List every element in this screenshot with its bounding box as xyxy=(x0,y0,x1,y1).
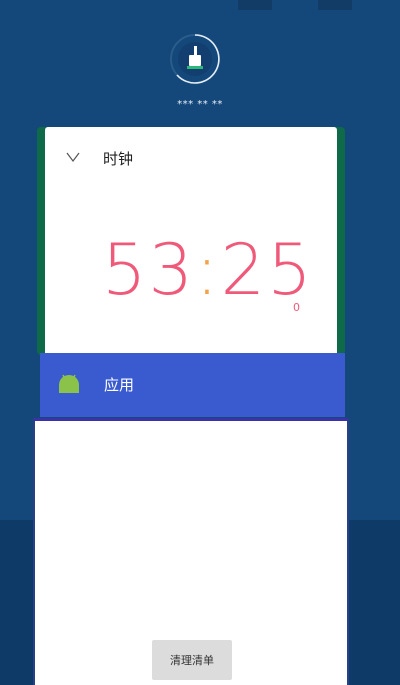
status-decor xyxy=(318,0,352,10)
time-suffix: 0 xyxy=(293,301,300,314)
recent-card-app[interactable]: 应用 xyxy=(40,353,345,417)
time-minutes: 53 xyxy=(102,229,196,311)
card-title: 时钟 xyxy=(103,150,134,168)
time-display: 53:25 xyxy=(102,235,314,305)
card-title: 应用 xyxy=(104,376,135,394)
status-decor xyxy=(238,0,272,10)
memory-clean-button[interactable] xyxy=(168,32,222,86)
broom-icon xyxy=(170,34,220,84)
recent-card-clock[interactable]: 时钟 53:25 0 xyxy=(45,127,337,353)
clock-icon xyxy=(66,152,80,162)
time-seconds: 25 xyxy=(220,229,314,311)
time-separator: : xyxy=(195,229,221,311)
clean-button[interactable]: 清理清单 xyxy=(152,640,232,680)
android-icon xyxy=(59,374,79,393)
memory-label: *** ** ** xyxy=(177,99,223,110)
card-header: 时钟 xyxy=(45,141,337,177)
